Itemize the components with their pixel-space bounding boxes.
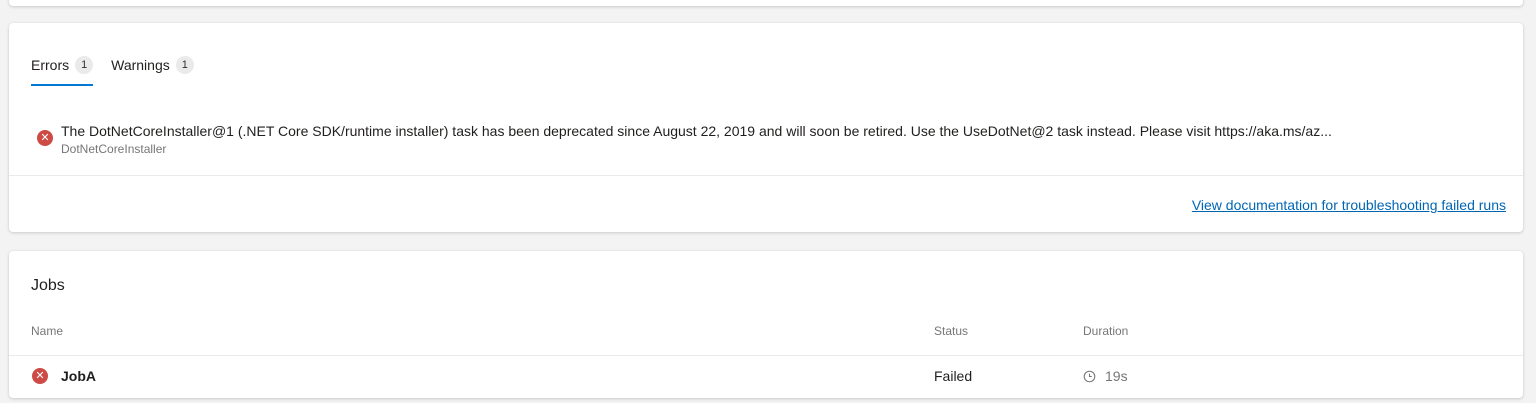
error-list-item[interactable]: ✕ The DotNetCoreInstaller@1 (.NET Core S… bbox=[37, 121, 1503, 157]
job-duration: 19s bbox=[1105, 368, 1128, 384]
job-name: JobA bbox=[61, 368, 96, 384]
previous-section-card bbox=[9, 0, 1523, 6]
column-header-name: Name bbox=[31, 324, 64, 338]
column-header-duration: Duration bbox=[1083, 324, 1129, 338]
tab-warnings-count-badge: 1 bbox=[175, 56, 194, 74]
tab-errors[interactable]: Errors 1 bbox=[31, 53, 94, 86]
jobs-card: Jobs Name Status Duration ✕ JobA Failed … bbox=[9, 251, 1523, 398]
error-circle-icon: ✕ bbox=[32, 368, 48, 384]
job-row[interactable]: ✕ JobA Failed 19s bbox=[9, 356, 1523, 396]
issues-tab-bar: Errors 1 Warnings 1 bbox=[31, 53, 212, 87]
tab-errors-count-badge: 1 bbox=[75, 56, 94, 74]
issues-card: Errors 1 Warnings 1 ✕ The DotNetCoreInst… bbox=[9, 23, 1523, 232]
error-circle-icon: ✕ bbox=[37, 130, 53, 146]
troubleshooting-docs-link[interactable]: View documentation for troubleshooting f… bbox=[1192, 197, 1506, 213]
job-duration-cell: 19s bbox=[1083, 368, 1128, 384]
job-status: Failed bbox=[934, 368, 973, 384]
error-message: The DotNetCoreInstaller@1 (.NET Core SDK… bbox=[61, 123, 1332, 139]
clock-icon bbox=[1083, 370, 1096, 382]
error-item-text: The DotNetCoreInstaller@1 (.NET Core SDK… bbox=[61, 121, 1332, 157]
tab-warnings[interactable]: Warnings 1 bbox=[111, 53, 194, 77]
issues-divider bbox=[9, 175, 1523, 176]
tab-warnings-label: Warnings bbox=[111, 57, 170, 73]
tab-errors-label: Errors bbox=[31, 57, 70, 73]
column-header-status: Status bbox=[934, 324, 969, 338]
error-source: DotNetCoreInstaller bbox=[61, 142, 167, 156]
jobs-title: Jobs bbox=[31, 277, 65, 294]
